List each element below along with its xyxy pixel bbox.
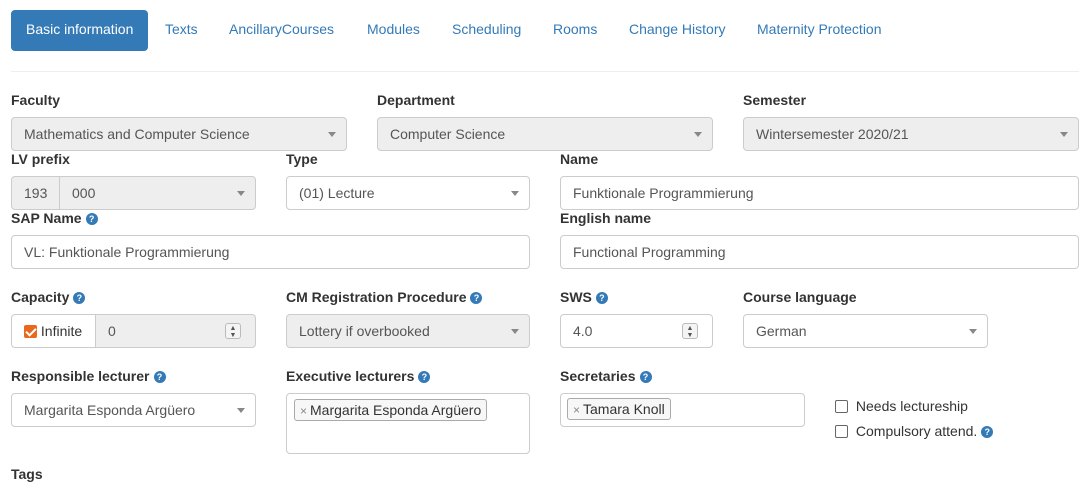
capacity-label: Capacity?: [11, 289, 86, 305]
chevron-down-icon: [511, 329, 519, 334]
sap-name-value: VL: Funktionale Programmierung: [24, 244, 230, 260]
name-label: Name: [560, 151, 599, 167]
course-language-value: German: [756, 323, 807, 339]
sws-label-text: SWS: [560, 289, 592, 305]
tags-label: Tags: [11, 466, 43, 482]
help-icon[interactable]: ?: [418, 371, 431, 383]
sap-name-input[interactable]: VL: Funktionale Programmierung: [11, 235, 530, 269]
english-name-value: Functional Programming: [573, 244, 726, 260]
tab-rooms[interactable]: Rooms: [553, 10, 597, 51]
needs-lectureship-label: Needs lectureship: [855, 398, 968, 414]
sap-name-label-text: SAP Name: [11, 210, 82, 226]
semester-label: Semester: [743, 92, 807, 108]
chevron-down-icon: [237, 408, 245, 413]
tab-ancillary-courses[interactable]: AncillaryCourses: [229, 10, 334, 51]
semester-select[interactable]: Wintersemester 2020/21: [743, 117, 1079, 151]
faculty-value: Mathematics and Computer Science: [24, 126, 250, 142]
capacity-infinite-toggle[interactable]: Infinite: [11, 314, 96, 348]
tab-texts[interactable]: Texts: [165, 10, 198, 51]
compulsory-attend-option[interactable]: Compulsory attend.?: [835, 423, 994, 439]
tab-maternity-protection[interactable]: Maternity Protection: [757, 10, 882, 51]
type-select[interactable]: (01) Lecture: [286, 176, 530, 210]
lv-prefix-code: 193: [24, 185, 48, 201]
sws-label: SWS?: [560, 289, 608, 305]
lv-prefix-label: LV prefix: [11, 151, 70, 167]
lv-prefix-addon: 193: [11, 176, 60, 210]
tab-modules[interactable]: Modules: [367, 10, 420, 51]
needs-lectureship-option[interactable]: Needs lectureship: [835, 398, 968, 414]
executive-lecturer-tag: × Margarita Esponda Argüero: [294, 399, 488, 421]
executive-lecturers-label-text: Executive lecturers: [286, 368, 415, 384]
secretary-tag-label: Tamara Knoll: [583, 401, 665, 417]
help-icon[interactable]: ?: [595, 292, 608, 304]
cm-registration-label: CM Registration Procedure?: [286, 289, 483, 305]
cm-registration-label-text: CM Registration Procedure: [286, 289, 467, 305]
chevron-down-icon: [969, 329, 977, 334]
department-label: Department: [377, 92, 455, 108]
help-icon[interactable]: ?: [470, 292, 483, 304]
secretaries-label: Secretaries?: [560, 368, 652, 384]
english-name-label: English name: [560, 210, 652, 226]
spinner-icon[interactable]: ▲ ▼: [682, 323, 698, 339]
sap-name-label: SAP Name?: [11, 210, 98, 226]
faculty-label: Faculty: [11, 92, 61, 108]
chevron-down-icon: [328, 132, 336, 137]
sws-value: 4.0: [573, 323, 593, 339]
semester-value: Wintersemester 2020/21: [756, 126, 909, 142]
lv-number-value: 000: [72, 185, 96, 201]
type-label: Type: [286, 151, 318, 167]
capacity-value: 0: [108, 323, 116, 339]
faculty-select[interactable]: Mathematics and Computer Science: [11, 117, 347, 151]
secretaries-multiselect[interactable]: × Tamara Knoll: [560, 393, 805, 427]
help-icon[interactable]: ?: [981, 426, 994, 438]
chevron-down-icon: [694, 132, 702, 137]
checkbox-unchecked-icon[interactable]: [835, 425, 848, 438]
executive-lecturers-multiselect[interactable]: × Margarita Esponda Argüero: [286, 393, 530, 454]
tab-divider: [11, 71, 1079, 72]
secretaries-label-text: Secretaries: [560, 368, 636, 384]
responsible-lecturer-label: Responsible lecturer?: [11, 368, 166, 384]
help-icon[interactable]: ?: [73, 292, 86, 304]
sws-input[interactable]: 4.0 ▲ ▼: [560, 314, 713, 348]
tab-basic-information[interactable]: Basic information: [11, 10, 149, 51]
help-icon[interactable]: ?: [639, 371, 652, 383]
type-value: (01) Lecture: [299, 185, 375, 201]
checkbox-unchecked-icon[interactable]: [835, 400, 848, 413]
tab-scheduling[interactable]: Scheduling: [452, 10, 521, 51]
department-value: Computer Science: [390, 126, 506, 142]
chevron-down-icon: [237, 191, 245, 196]
responsible-lecturer-label-text: Responsible lecturer: [11, 368, 150, 384]
remove-tag-icon[interactable]: ×: [573, 403, 580, 417]
executive-lecturers-label: Executive lecturers?: [286, 368, 431, 384]
english-name-input[interactable]: Functional Programming: [560, 235, 1079, 269]
department-select[interactable]: Computer Science: [377, 117, 713, 151]
remove-tag-icon[interactable]: ×: [300, 404, 307, 418]
compulsory-attend-label: Compulsory attend.: [855, 423, 978, 439]
help-icon[interactable]: ?: [85, 213, 98, 225]
responsible-lecturer-value: Margarita Esponda Argüero: [24, 402, 196, 418]
help-icon[interactable]: ?: [153, 371, 166, 383]
lv-number-select[interactable]: 000: [59, 176, 256, 210]
spinner-icon[interactable]: ▲ ▼: [225, 323, 241, 339]
checkbox-checked-icon[interactable]: [24, 325, 37, 338]
course-language-label: Course language: [743, 289, 857, 305]
capacity-input[interactable]: 0 ▲ ▼: [95, 314, 256, 348]
secretary-tag: × Tamara Knoll: [567, 398, 671, 420]
chevron-down-icon: [1060, 132, 1068, 137]
capacity-label-text: Capacity: [11, 289, 70, 305]
responsible-lecturer-select[interactable]: Margarita Esponda Argüero: [11, 393, 256, 427]
cm-registration-value: Lottery if overbooked: [299, 323, 430, 339]
chevron-down-icon: [511, 191, 519, 196]
name-input[interactable]: Funktionale Programmierung: [560, 176, 1079, 210]
capacity-infinite-label: Infinite: [40, 323, 83, 339]
cm-registration-select[interactable]: Lottery if overbooked: [286, 314, 530, 348]
tab-change-history[interactable]: Change History: [629, 10, 726, 51]
executive-lecturer-tag-label: Margarita Esponda Argüero: [310, 402, 482, 418]
name-value: Funktionale Programmierung: [573, 185, 754, 201]
course-language-select[interactable]: German: [743, 314, 988, 348]
